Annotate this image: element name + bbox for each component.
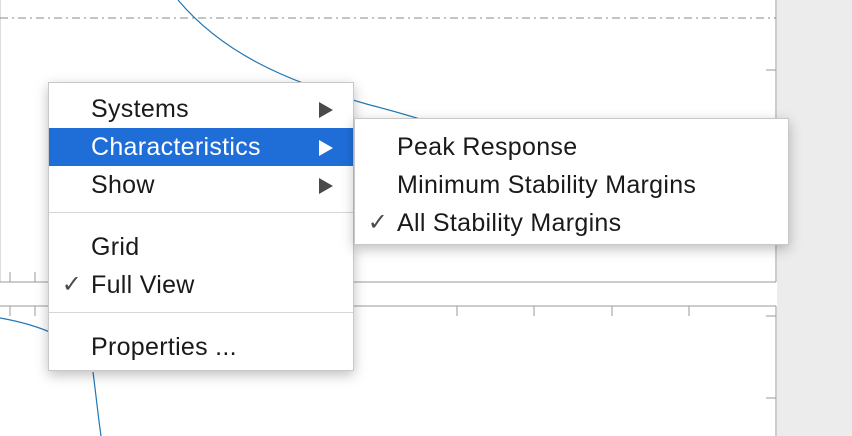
menu-item-characteristics[interactable]: Characteristics <box>49 128 353 166</box>
characteristics-submenu: Peak Response Minimum Stability Margins … <box>354 118 789 245</box>
menu-item-show[interactable]: Show <box>49 166 353 204</box>
submenu-arrow-icon <box>319 102 333 118</box>
menu-separator <box>49 212 353 213</box>
menu-item-systems-label: Systems <box>91 95 189 123</box>
lower-response-curve-bottom <box>92 371 102 436</box>
menu-item-grid-label: Grid <box>91 233 140 261</box>
menu-item-full-view-label: Full View <box>91 271 195 299</box>
submenu-item-all-stability-margins[interactable]: ✓ All Stability Margins <box>355 204 788 242</box>
submenu-arrow-icon <box>319 178 333 194</box>
plot-canvas: Systems Characteristics Show Grid ✓ Full… <box>0 0 852 436</box>
submenu-item-all-stability-margins-label: All Stability Margins <box>397 209 622 237</box>
menu-item-grid[interactable]: Grid <box>49 228 353 266</box>
menu-item-properties-label: Properties ... <box>91 333 237 361</box>
menu-item-show-label: Show <box>91 171 155 199</box>
submenu-arrow-icon <box>319 140 333 156</box>
menu-item-properties[interactable]: Properties ... <box>49 328 353 366</box>
submenu-item-minimum-stability-margins-label: Minimum Stability Margins <box>397 171 697 199</box>
submenu-item-minimum-stability-margins[interactable]: Minimum Stability Margins <box>355 166 788 204</box>
menu-item-systems[interactable]: Systems <box>49 90 353 128</box>
context-menu: Systems Characteristics Show Grid ✓ Full… <box>48 82 354 371</box>
menu-separator <box>49 312 353 313</box>
menu-item-characteristics-label: Characteristics <box>91 133 261 161</box>
checkmark-icon: ✓ <box>367 209 389 236</box>
submenu-item-peak-response-label: Peak Response <box>397 133 578 161</box>
checkmark-icon: ✓ <box>61 271 83 298</box>
submenu-item-peak-response[interactable]: Peak Response <box>355 128 788 166</box>
menu-item-full-view[interactable]: ✓ Full View <box>49 266 353 304</box>
